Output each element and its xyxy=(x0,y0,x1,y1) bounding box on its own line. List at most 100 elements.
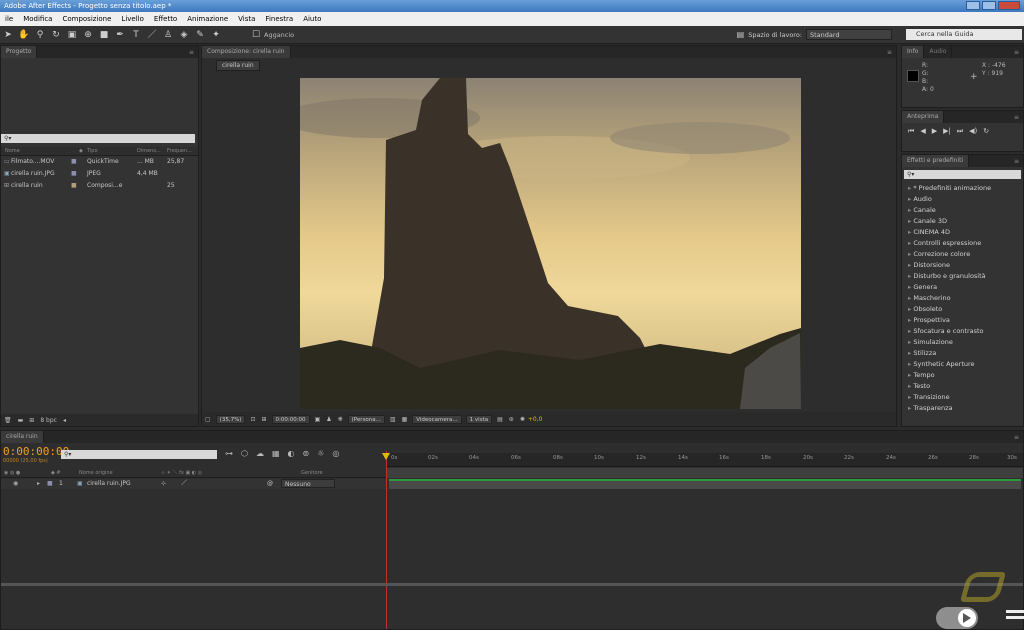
settings-overlay-icon[interactable] xyxy=(1006,607,1024,627)
puppet-tool-icon[interactable]: ✦ xyxy=(210,29,222,41)
color-channel-icon[interactable]: ❋ xyxy=(338,416,343,423)
rectangle-tool-icon[interactable]: ■ xyxy=(98,29,110,41)
col-parent[interactable]: Genitore xyxy=(301,469,323,477)
selection-tool-icon[interactable]: ➤ xyxy=(2,29,14,41)
menu-composition[interactable]: Composizione xyxy=(57,15,116,23)
effect-category[interactable]: Prospettiva xyxy=(902,315,1023,326)
toggle-pixel-icon[interactable]: ▤ xyxy=(497,416,503,423)
pen-tool-icon[interactable]: ✒ xyxy=(114,29,126,41)
menu-view[interactable]: Vista xyxy=(233,15,260,23)
panel-menu-icon[interactable]: ≡ xyxy=(887,49,892,56)
tab-composition[interactable]: Composizione: cirella ruin xyxy=(202,46,291,58)
play-icon[interactable]: ▶ xyxy=(932,127,937,136)
tab-timeline-comp[interactable]: cirella ruin xyxy=(1,431,44,443)
delete-icon[interactable]: ◂ xyxy=(63,417,66,424)
quality-icon[interactable]: ／ xyxy=(181,479,267,489)
panel-menu-icon[interactable]: ≡ xyxy=(1014,434,1019,441)
next-frame-icon[interactable]: ▶| xyxy=(943,127,951,136)
transparency-grid-icon[interactable]: ▦ xyxy=(402,416,408,423)
effect-category[interactable]: CINEMA 4D xyxy=(902,227,1023,238)
eraser-tool-icon[interactable]: ◈ xyxy=(178,29,190,41)
close-button[interactable] xyxy=(998,1,1020,10)
effect-category[interactable]: Controlli espressione xyxy=(902,238,1023,249)
project-search-input[interactable]: ⚲▾ xyxy=(1,134,195,143)
fast-preview-icon[interactable]: ⊛ xyxy=(509,416,514,423)
comp-timecode[interactable]: 0:00:00:00 xyxy=(271,414,310,424)
col-source-name[interactable]: Nome origine xyxy=(79,469,161,477)
playhead-marker-icon[interactable] xyxy=(382,453,390,460)
effects-search-input[interactable]: ⚲▾ xyxy=(904,170,1021,179)
first-frame-icon[interactable]: ⏮ xyxy=(908,127,914,136)
project-item[interactable]: ▭ Filmato....MOV ■ QuickTime ... MB 25,8… xyxy=(1,156,198,168)
effect-category[interactable]: * Predefiniti animazione xyxy=(902,183,1023,194)
effect-category[interactable]: Transizione xyxy=(902,392,1023,403)
effect-category[interactable]: Sfocatura e contrasto xyxy=(902,326,1023,337)
loop-icon[interactable]: ↻ xyxy=(983,127,989,136)
effect-category[interactable]: Canale 3D xyxy=(902,216,1023,227)
expand-arrow-icon[interactable]: ▸ xyxy=(37,479,47,489)
tab-project[interactable]: Progetto xyxy=(1,46,38,58)
tab-preview[interactable]: Anteprima xyxy=(902,111,945,123)
col-size[interactable]: Dimens... xyxy=(137,147,167,155)
effect-category[interactable]: Testo xyxy=(902,381,1023,392)
show-snapshot-icon[interactable]: ♟ xyxy=(326,416,331,423)
effect-category[interactable]: Distorsione xyxy=(902,260,1023,271)
effect-category[interactable]: Mascherino xyxy=(902,293,1023,304)
snap-checkbox[interactable]: ☐ xyxy=(250,29,262,41)
effect-category[interactable]: Disturbo e granulosità xyxy=(902,271,1023,282)
rotate-tool-icon[interactable]: ↻ xyxy=(50,29,62,41)
graph-editor-icon[interactable]: ⊚ xyxy=(303,449,310,458)
panel-menu-icon[interactable]: ≡ xyxy=(189,49,194,56)
effect-category[interactable]: Obsoleto xyxy=(902,304,1023,315)
layer-duration-bar[interactable] xyxy=(389,479,1021,489)
menu-file[interactable]: ile xyxy=(0,15,18,23)
layer-row[interactable]: ◉ ▸ ■ 1 ▣ cirella ruin.JPG ⊹ ／ @ Nessuno xyxy=(1,479,386,489)
effect-category[interactable]: Tempo xyxy=(902,370,1023,381)
motion-blur-icon[interactable]: ◐ xyxy=(288,449,295,458)
fit-icon[interactable]: ⊡ xyxy=(250,416,255,423)
pickwhip-icon[interactable]: @ xyxy=(267,479,281,489)
menu-help[interactable]: Aiuto xyxy=(298,15,326,23)
effect-category[interactable]: Trasparenza xyxy=(902,403,1023,414)
views-select[interactable]: 1 vista xyxy=(465,414,493,424)
folder-icon[interactable]: ▬ xyxy=(18,417,24,424)
play-overlay-button[interactable] xyxy=(936,607,978,629)
playhead[interactable] xyxy=(386,451,387,629)
camera-tool-icon[interactable]: ▣ xyxy=(66,29,78,41)
snapshot-icon[interactable]: ▣ xyxy=(315,416,321,423)
exposure-icon[interactable]: ✺ xyxy=(520,416,525,423)
brainstorm-icon[interactable]: ☼ xyxy=(317,449,324,458)
resolution-select[interactable]: (Persona... xyxy=(347,414,385,424)
menu-window[interactable]: Finestra xyxy=(260,15,298,23)
menu-layer[interactable]: Livello xyxy=(116,15,148,23)
visibility-icon[interactable]: ◉ xyxy=(1,479,37,489)
effect-category[interactable]: Audio xyxy=(902,194,1023,205)
comp-viewer-image[interactable] xyxy=(300,78,801,409)
last-frame-icon[interactable]: ⏭ xyxy=(957,127,963,136)
tab-info[interactable]: Info xyxy=(902,46,925,58)
effect-category[interactable]: Simulazione xyxy=(902,337,1023,348)
maximize-button[interactable] xyxy=(982,1,996,10)
zoom-tool-icon[interactable]: ⚲ xyxy=(34,29,46,41)
new-comp-icon[interactable]: ⊞ xyxy=(29,417,34,424)
effect-category[interactable]: Stilizza xyxy=(902,348,1023,359)
hand-tool-icon[interactable]: ✋ xyxy=(18,29,30,41)
panel-menu-icon[interactable]: ≡ xyxy=(1014,158,1019,165)
effect-category[interactable]: Genera xyxy=(902,282,1023,293)
menu-animation[interactable]: Animazione xyxy=(182,15,233,23)
always-preview-icon[interactable]: ▢ xyxy=(205,416,211,423)
help-search-input[interactable]: Cerca nella Guida xyxy=(906,29,1022,40)
pan-behind-tool-icon[interactable]: ⊕ xyxy=(82,29,94,41)
project-item[interactable]: ⊞ cirella ruin ■ Composi...e 25 xyxy=(1,180,198,192)
timeline-scrollbar[interactable] xyxy=(1,583,1023,586)
timeline-timecode[interactable]: 0:00:00:00 xyxy=(3,445,69,458)
comp-breadcrumb-item[interactable]: cirella ruin xyxy=(216,60,260,71)
work-area-bar[interactable] xyxy=(387,468,1023,478)
panel-menu-icon[interactable]: ≡ xyxy=(1014,49,1019,56)
workspace-select[interactable]: Standard xyxy=(806,29,892,40)
camera-select[interactable]: Videocamera... xyxy=(412,414,462,424)
col-rate[interactable]: Frequen... xyxy=(167,147,197,155)
effect-category[interactable]: Canale xyxy=(902,205,1023,216)
panel-menu-icon[interactable]: ≡ xyxy=(1014,114,1019,121)
region-icon[interactable]: ▥ xyxy=(390,416,396,423)
